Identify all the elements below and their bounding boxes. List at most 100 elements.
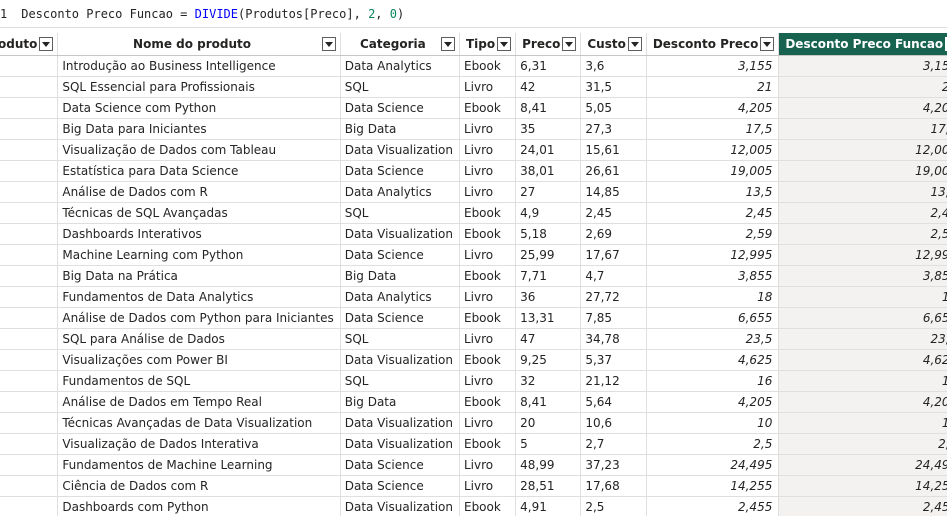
cell-tipo[interactable]: Livro <box>459 76 517 98</box>
cell-funcao[interactable]: 3,155 <box>778 55 947 77</box>
cell-funcao[interactable]: 19,005 <box>778 160 947 182</box>
cell-nome[interactable]: Fundamentos de SQL <box>57 370 341 392</box>
cell-custo[interactable]: 15,61 <box>580 139 647 161</box>
cell-funcao[interactable]: 2,455 <box>778 496 947 516</box>
cell-id[interactable] <box>0 244 59 266</box>
cell-id[interactable] <box>0 55 59 77</box>
cell-preco[interactable]: 5,18 <box>515 223 582 245</box>
cell-desconto[interactable]: 17,5 <box>646 118 780 140</box>
cell-tipo[interactable]: Ebook <box>459 307 517 329</box>
filter-dropdown-icon[interactable] <box>627 37 642 51</box>
column-header-nome[interactable]: Nome do produto <box>57 33 341 56</box>
cell-custo[interactable]: 2,7 <box>580 433 647 455</box>
table-row[interactable]: Big Data na Prática Big Data Ebook 7,71 4,7 3… <box>0 265 947 287</box>
table-row[interactable]: Estatística para Data Science Data Scienc… <box>0 160 947 182</box>
cell-custo[interactable]: 5,05 <box>580 97 647 119</box>
cell-custo[interactable]: 37,23 <box>580 454 647 476</box>
cell-preco[interactable]: 38,01 <box>515 160 582 182</box>
cell-tipo[interactable]: Livro <box>459 454 517 476</box>
cell-categoria[interactable]: Data Visualization <box>340 349 460 371</box>
cell-preco[interactable]: 13,31 <box>515 307 582 329</box>
filter-dropdown-icon[interactable] <box>440 37 455 51</box>
cell-id[interactable] <box>0 496 59 516</box>
cell-desconto[interactable]: 4,205 <box>646 97 780 119</box>
cell-tipo[interactable]: Ebook <box>459 202 517 224</box>
cell-custo[interactable]: 2,69 <box>580 223 647 245</box>
cell-id[interactable] <box>0 412 59 434</box>
cell-desconto[interactable]: 12,005 <box>646 139 780 161</box>
cell-nome[interactable]: Técnicas de SQL Avançadas <box>57 202 341 224</box>
cell-tipo[interactable]: Livro <box>459 160 517 182</box>
cell-tipo[interactable]: Ebook <box>459 265 517 287</box>
cell-categoria[interactable]: SQL <box>340 370 460 392</box>
cell-categoria[interactable]: Data Science <box>340 244 460 266</box>
cell-nome[interactable]: Estatística para Data Science <box>57 160 341 182</box>
cell-desconto[interactable]: 4,625 <box>646 349 780 371</box>
cell-id[interactable] <box>0 160 59 182</box>
cell-desconto[interactable]: 2,59 <box>646 223 780 245</box>
cell-tipo[interactable]: Livro <box>459 328 517 350</box>
column-header-categoria[interactable]: Categoria <box>340 33 460 56</box>
cell-desconto[interactable]: 12,995 <box>646 244 780 266</box>
cell-preco[interactable]: 47 <box>515 328 582 350</box>
filter-dropdown-icon[interactable] <box>760 37 775 51</box>
cell-custo[interactable]: 21,12 <box>580 370 647 392</box>
cell-tipo[interactable]: Ebook <box>459 97 517 119</box>
cell-preco[interactable]: 7,71 <box>515 265 582 287</box>
cell-id[interactable] <box>0 139 59 161</box>
cell-nome[interactable]: Big Data na Prática <box>57 265 341 287</box>
cell-nome[interactable]: Técnicas Avançadas de Data Visualization <box>57 412 341 434</box>
cell-id[interactable] <box>0 328 59 350</box>
cell-funcao[interactable]: 2,5 <box>778 433 947 455</box>
cell-preco[interactable]: 4,91 <box>515 496 582 516</box>
cell-categoria[interactable]: Data Science <box>340 475 460 497</box>
column-header-id[interactable]: oduto <box>0 33 59 56</box>
cell-custo[interactable]: 27,72 <box>580 286 647 308</box>
cell-preco[interactable]: 8,41 <box>515 97 582 119</box>
cell-preco[interactable]: 28,51 <box>515 475 582 497</box>
cell-preco[interactable]: 6,31 <box>515 55 582 77</box>
cell-desconto[interactable]: 2,5 <box>646 433 780 455</box>
cell-id[interactable] <box>0 202 59 224</box>
table-row[interactable]: Análise de Dados com R Data Analytics Livr… <box>0 181 947 203</box>
cell-funcao[interactable]: 13,5 <box>778 181 947 203</box>
cell-nome[interactable]: Análise de Dados com R <box>57 181 341 203</box>
cell-desconto[interactable]: 2,455 <box>646 496 780 516</box>
cell-nome[interactable]: Análise de Dados em Tempo Real <box>57 391 341 413</box>
cell-categoria[interactable]: Data Visualization <box>340 412 460 434</box>
cell-preco[interactable]: 8,41 <box>515 391 582 413</box>
cell-desconto[interactable]: 19,005 <box>646 160 780 182</box>
cell-tipo[interactable]: Livro <box>459 118 517 140</box>
cell-tipo[interactable]: Livro <box>459 370 517 392</box>
cell-nome[interactable]: Big Data para Iniciantes <box>57 118 341 140</box>
cell-tipo[interactable]: Ebook <box>459 391 517 413</box>
cell-funcao[interactable]: 16 <box>778 370 947 392</box>
cell-categoria[interactable]: Data Analytics <box>340 55 460 77</box>
cell-custo[interactable]: 34,78 <box>580 328 647 350</box>
cell-nome[interactable]: SQL Essencial para Profissionais <box>57 76 341 98</box>
cell-nome[interactable]: Machine Learning com Python <box>57 244 341 266</box>
cell-funcao[interactable]: 4,625 <box>778 349 947 371</box>
cell-custo[interactable]: 27,3 <box>580 118 647 140</box>
cell-nome[interactable]: Fundamentos de Machine Learning <box>57 454 341 476</box>
cell-preco[interactable]: 32 <box>515 370 582 392</box>
cell-categoria[interactable]: Data Analytics <box>340 181 460 203</box>
cell-nome[interactable]: Análise de Dados com Python para Inician… <box>57 307 341 329</box>
cell-desconto[interactable]: 18 <box>646 286 780 308</box>
cell-funcao[interactable]: 23,5 <box>778 328 947 350</box>
cell-categoria[interactable]: SQL <box>340 76 460 98</box>
table-row[interactable]: Data Science com Python Data Science Ebook… <box>0 97 947 119</box>
table-row[interactable]: Fundamentos de SQLSQLLivro3221,121616 <box>0 370 947 392</box>
table-row[interactable]: Fundamentos de Machine Learning Data Scie… <box>0 454 947 476</box>
cell-funcao[interactable]: 2,59 <box>778 223 947 245</box>
cell-id[interactable] <box>0 370 59 392</box>
table-row[interactable]: Big Data para Iniciantes Big Data Livro 35 2… <box>0 118 947 140</box>
cell-funcao[interactable]: 6,655 <box>778 307 947 329</box>
cell-id[interactable] <box>0 181 59 203</box>
cell-id[interactable] <box>0 454 59 476</box>
cell-categoria[interactable]: Big Data <box>340 265 460 287</box>
cell-funcao[interactable]: 2,45 <box>778 202 947 224</box>
cell-id[interactable] <box>0 391 59 413</box>
cell-desconto[interactable]: 3,855 <box>646 265 780 287</box>
table-row[interactable]: Análise de Dados em Tempo Real Big Data Eb… <box>0 391 947 413</box>
